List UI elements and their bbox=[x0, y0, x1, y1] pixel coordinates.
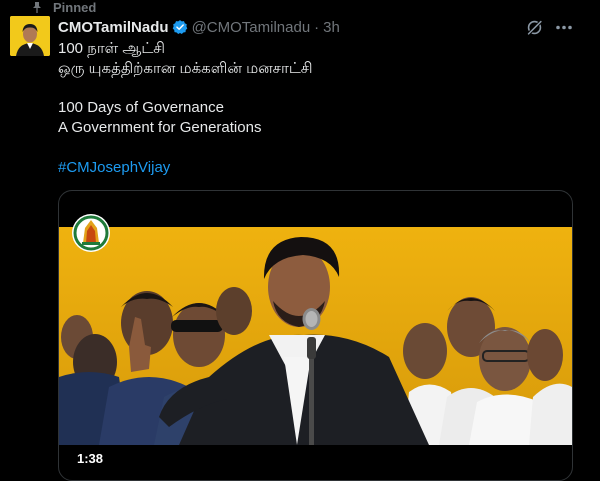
media-card[interactable]: 1:38 bbox=[58, 190, 573, 481]
verified-badge-icon bbox=[172, 20, 187, 35]
pin-icon bbox=[33, 2, 41, 13]
tamilnadu-seal-icon bbox=[72, 214, 110, 252]
timestamp[interactable]: 3h bbox=[323, 19, 340, 36]
tweet-header: CMOTamilNadu @CMOTamilnadu · 3h bbox=[58, 17, 340, 37]
tweet-text-line: 100 நாள் ஆட்சி bbox=[58, 40, 166, 57]
hashtag-link[interactable]: #CMJosephVijay bbox=[58, 158, 170, 178]
avatar[interactable] bbox=[10, 16, 50, 56]
separator-dot: · bbox=[314, 18, 320, 36]
handle[interactable]: @CMOTamilnadu bbox=[192, 19, 311, 36]
video-thumbnail[interactable] bbox=[59, 227, 572, 445]
display-name[interactable]: CMOTamilNadu bbox=[58, 19, 169, 36]
pinned-indicator: Pinned bbox=[31, 0, 97, 15]
pinned-label: Pinned bbox=[53, 0, 97, 15]
grok-icon[interactable] bbox=[526, 19, 543, 36]
tweet-text-line: ஒரு யுகத்திற்கான மக்களின் மனசாட்சி bbox=[58, 60, 313, 77]
tweet-text-line: A Government for Generations bbox=[58, 119, 262, 136]
video-duration: 1:38 bbox=[77, 451, 104, 466]
more-options-icon[interactable] bbox=[554, 19, 574, 36]
tweet-text-line: 100 Days of Governance bbox=[58, 99, 224, 116]
